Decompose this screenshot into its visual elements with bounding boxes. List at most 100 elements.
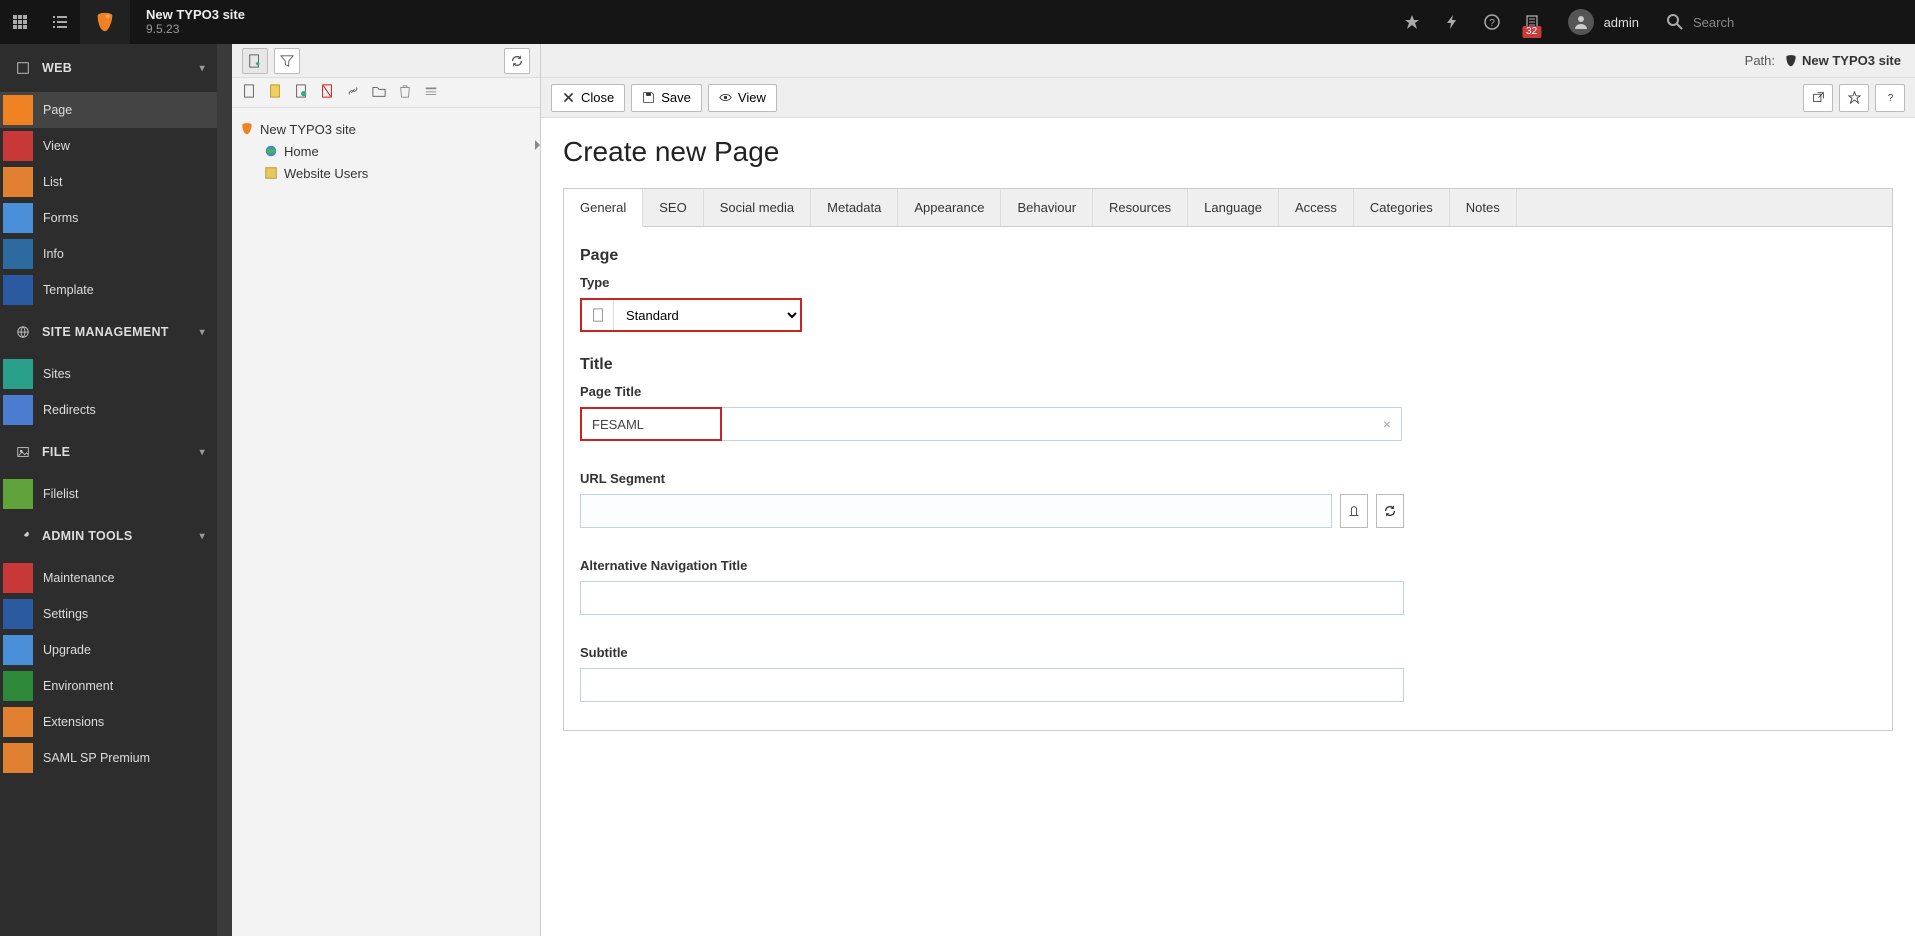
- module-item-template[interactable]: Template: [0, 272, 217, 308]
- save-button-label: Save: [661, 90, 691, 105]
- tree-root-label: New TYPO3 site: [260, 122, 356, 137]
- module-group-site-management[interactable]: SITE MANAGEMENT▾: [0, 308, 217, 356]
- tree-toolbar: [232, 44, 540, 78]
- module-group-file[interactable]: FILE▾: [0, 428, 217, 476]
- page-heading: Create new Page: [563, 136, 1893, 168]
- module-menu-scrollbar[interactable]: [217, 44, 232, 936]
- bookmark-page-icon[interactable]: [1839, 84, 1869, 112]
- tree-root[interactable]: New TYPO3 site: [240, 118, 532, 140]
- new-mountpoint-icon[interactable]: [320, 84, 334, 101]
- svg-text:?: ?: [1489, 18, 1495, 29]
- section-page: Page: [580, 247, 1876, 265]
- new-standard-page-icon[interactable]: [242, 84, 256, 101]
- refresh-tree-icon[interactable]: [504, 48, 530, 74]
- notification-badge: 32: [1522, 26, 1541, 38]
- form-tabs: GeneralSEOSocial mediaMetadataAppearance…: [563, 188, 1893, 226]
- list-icon[interactable]: [40, 0, 80, 44]
- tab-notes[interactable]: Notes: [1450, 189, 1517, 226]
- tab-general[interactable]: General: [564, 189, 643, 227]
- doc-header: Close Save View ?: [541, 78, 1915, 118]
- module-item-maintenance[interactable]: Maintenance: [0, 560, 217, 596]
- alt-nav-input[interactable]: [580, 581, 1404, 615]
- module-item-view[interactable]: View: [0, 128, 217, 164]
- save-button[interactable]: Save: [631, 84, 702, 112]
- new-link-icon[interactable]: [346, 84, 360, 101]
- notifications-icon[interactable]: 32: [1512, 0, 1552, 44]
- page-title-input[interactable]: [580, 407, 722, 441]
- module-item-extensions[interactable]: Extensions: [0, 704, 217, 740]
- tab-social-media[interactable]: Social media: [704, 189, 811, 226]
- module-item-sites[interactable]: Sites: [0, 356, 217, 392]
- open-new-window-icon[interactable]: [1803, 84, 1833, 112]
- path-label: Path:: [1745, 53, 1775, 68]
- section-title: Title: [580, 356, 1876, 374]
- page-type-icon: [582, 300, 614, 330]
- clear-title-icon[interactable]: ×: [1383, 416, 1391, 432]
- recalculate-slug-icon[interactable]: [1376, 494, 1404, 528]
- tab-metadata[interactable]: Metadata: [811, 189, 898, 226]
- new-page-wizard-icon[interactable]: [242, 48, 268, 74]
- view-button[interactable]: View: [708, 84, 777, 112]
- subtitle-input[interactable]: [580, 668, 1404, 702]
- label-page-title: Page Title: [580, 384, 1876, 399]
- new-folder-icon[interactable]: [372, 84, 386, 101]
- module-group-web[interactable]: WEB▾: [0, 44, 217, 92]
- site-title-text: New TYPO3 site: [146, 8, 245, 22]
- module-item-info[interactable]: Info: [0, 236, 217, 272]
- tab-appearance[interactable]: Appearance: [898, 189, 1001, 226]
- page-type-select[interactable]: Standard: [580, 298, 802, 332]
- label-type: Type: [580, 275, 1876, 290]
- tab-categories[interactable]: Categories: [1354, 189, 1450, 226]
- new-shortcut-icon[interactable]: [294, 84, 308, 101]
- tab-resources[interactable]: Resources: [1093, 189, 1188, 226]
- label-url-segment: URL Segment: [580, 471, 1876, 486]
- page-type-dropdown[interactable]: Standard: [614, 300, 800, 330]
- help-page-icon[interactable]: ?: [1875, 84, 1905, 112]
- flash-icon[interactable]: [1432, 0, 1472, 44]
- tab-language[interactable]: Language: [1188, 189, 1279, 226]
- module-item-forms[interactable]: Forms: [0, 200, 217, 236]
- tab-access[interactable]: Access: [1279, 189, 1354, 226]
- svg-text:?: ?: [1887, 93, 1893, 104]
- site-title: New TYPO3 site 9.5.23: [130, 0, 261, 44]
- divider-drop-icon[interactable]: [424, 84, 438, 101]
- toggle-slug-lock-icon[interactable]: [1340, 494, 1368, 528]
- tree-node-website-users[interactable]: Website Users: [240, 162, 532, 184]
- tree-node-label: Website Users: [284, 166, 368, 181]
- filter-icon[interactable]: [274, 48, 300, 74]
- module-item-environment[interactable]: Environment: [0, 668, 217, 704]
- tree-node-label: Home: [284, 144, 319, 159]
- user-menu[interactable]: admin: [1552, 0, 1655, 44]
- form-scroll[interactable]: Create new Page GeneralSEOSocial mediaMe…: [541, 118, 1915, 936]
- tree-node-home[interactable]: Home: [240, 140, 532, 162]
- module-group-admin-tools[interactable]: ADMIN TOOLS▾: [0, 512, 217, 560]
- apps-grid-icon[interactable]: [0, 0, 40, 44]
- path-name: New TYPO3 site: [1802, 53, 1901, 68]
- content-area: Path: New TYPO3 site Close Save View: [541, 44, 1915, 936]
- path-typo3-icon: [1784, 54, 1798, 68]
- new-backend-user-icon[interactable]: [268, 84, 282, 101]
- delete-drop-icon[interactable]: [398, 84, 412, 101]
- avatar-icon: [1568, 9, 1594, 35]
- topbar: New TYPO3 site 9.5.23 ? 32 admin Search: [0, 0, 1915, 44]
- page-tree: New TYPO3 site Home Website Users: [232, 108, 540, 936]
- tree-resize-handle[interactable]: [533, 134, 541, 936]
- bookmark-icon[interactable]: [1392, 0, 1432, 44]
- url-segment-input[interactable]: [580, 494, 1332, 528]
- module-item-saml-sp-premium[interactable]: SAML SP Premium: [0, 740, 217, 776]
- page-title-extended[interactable]: ×: [722, 407, 1402, 441]
- label-subtitle: Subtitle: [580, 645, 1876, 660]
- close-button[interactable]: Close: [551, 84, 625, 112]
- global-search[interactable]: Search: [1655, 0, 1915, 44]
- module-item-settings[interactable]: Settings: [0, 596, 217, 632]
- module-item-redirects[interactable]: Redirects: [0, 392, 217, 428]
- help-icon[interactable]: ?: [1472, 0, 1512, 44]
- module-item-list[interactable]: List: [0, 164, 217, 200]
- search-placeholder: Search: [1693, 15, 1734, 30]
- tab-behaviour[interactable]: Behaviour: [1001, 189, 1093, 226]
- module-item-page[interactable]: Page: [0, 92, 217, 128]
- module-item-upgrade[interactable]: Upgrade: [0, 632, 217, 668]
- module-item-filelist[interactable]: Filelist: [0, 476, 217, 512]
- tab-seo[interactable]: SEO: [643, 189, 703, 226]
- page-tree-panel: New TYPO3 site Home Website Users: [232, 44, 541, 936]
